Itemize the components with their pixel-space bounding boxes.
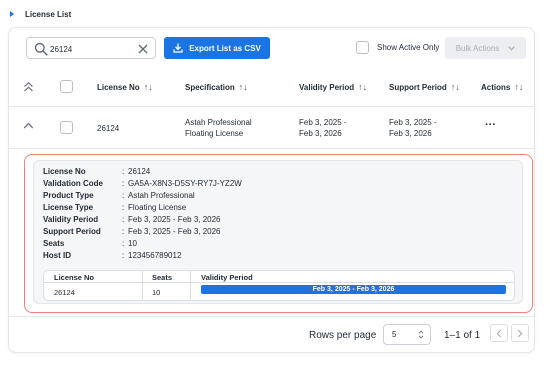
cell-specification-line2: Floating License bbox=[185, 129, 244, 138]
show-active-checkbox[interactable] bbox=[356, 41, 369, 54]
detail-label: Seats bbox=[43, 239, 65, 248]
expand-caret-icon[interactable] bbox=[10, 11, 14, 17]
sort-icon: ↑↓ bbox=[238, 82, 248, 92]
column-label-validity-period: Validity Period bbox=[299, 82, 355, 92]
chevron-right-icon bbox=[517, 329, 523, 337]
row-actions-menu-icon[interactable]: ··· bbox=[485, 120, 496, 131]
next-page-button[interactable] bbox=[511, 324, 529, 342]
column-label-actions: Actions bbox=[481, 82, 511, 92]
seat-cell-seats: 10 bbox=[152, 288, 161, 297]
column-header-specification[interactable]: Specification ↑↓ bbox=[185, 82, 248, 92]
detail-value: 123456789012 bbox=[128, 251, 182, 260]
seat-allocation-table: License No Seats Validity Period 26124 1… bbox=[43, 270, 515, 301]
rows-per-page-select[interactable]: 5 bbox=[383, 324, 431, 345]
cell-support-line2: Feb 3, 2026 bbox=[389, 129, 432, 138]
detail-row-license-type: License Type: Floating License bbox=[43, 203, 186, 212]
validity-period-bar: Feb 3, 2025 - Feb 3, 2026 bbox=[201, 285, 506, 294]
detail-value: Feb 3, 2025 - Feb 3, 2026 bbox=[128, 215, 221, 224]
seat-table-header bbox=[44, 271, 514, 283]
select-all-checkbox[interactable] bbox=[60, 80, 73, 93]
column-label-specification: Specification bbox=[185, 82, 235, 92]
cell-validity-line1: Feb 3, 2025 - bbox=[299, 118, 347, 127]
column-divider bbox=[190, 271, 191, 300]
section-title: License List bbox=[25, 9, 72, 19]
detail-row-seats: Seats:10 bbox=[43, 239, 137, 248]
seat-column-license-no: License No bbox=[54, 273, 95, 282]
search-box[interactable] bbox=[26, 37, 156, 59]
rows-per-page-value: 5 bbox=[392, 330, 397, 339]
cell-support-line1: Feb 3, 2025 - bbox=[389, 118, 437, 127]
bulk-actions-label: Bulk Actions bbox=[455, 43, 500, 53]
column-header-actions[interactable]: Actions ↑↓ bbox=[481, 82, 523, 92]
detail-row-product-type: Product Type: Astah Professional bbox=[43, 191, 195, 200]
page-range: 1–1 of 1 bbox=[444, 330, 481, 341]
chevron-left-icon bbox=[496, 329, 502, 337]
download-icon bbox=[173, 43, 183, 53]
license-detail-panel: License No:26124 Validation Code: GA5A-X8… bbox=[24, 154, 533, 313]
detail-value: 10 bbox=[128, 239, 137, 248]
column-label-license-no: License No bbox=[97, 82, 140, 92]
detail-value: Astah Professional bbox=[128, 191, 195, 200]
detail-value: 26124 bbox=[128, 167, 151, 176]
search-input[interactable] bbox=[50, 41, 130, 57]
detail-label: License Type bbox=[43, 203, 94, 212]
row-checkbox[interactable] bbox=[60, 121, 73, 134]
detail-label: Product Type bbox=[43, 191, 94, 200]
column-label-support-period: Support Period bbox=[389, 82, 447, 92]
collapse-all-icon[interactable] bbox=[23, 81, 34, 95]
detail-row-validity-period: Validity Period: Feb 3, 2025 - Feb 3, 202… bbox=[43, 215, 221, 224]
license-detail-content: License No:26124 Validation Code: GA5A-X8… bbox=[33, 160, 523, 304]
detail-label: Host ID bbox=[43, 251, 71, 260]
detail-label: Validation Code bbox=[43, 179, 104, 188]
sort-icon: ↑↓ bbox=[514, 82, 524, 92]
cell-license-no: 26124 bbox=[97, 124, 120, 133]
show-active-toggle[interactable]: Show Active Only bbox=[356, 41, 439, 54]
cell-validity-line2: Feb 3, 2026 bbox=[299, 129, 342, 138]
detail-value: Feb 3, 2025 - Feb 3, 2026 bbox=[128, 227, 221, 236]
search-icon bbox=[34, 42, 48, 56]
detail-label: Support Period bbox=[43, 227, 101, 236]
license-list-header[interactable]: License List bbox=[10, 6, 71, 22]
bulk-actions-button[interactable]: Bulk Actions bbox=[445, 37, 526, 59]
column-header-support-period[interactable]: Support Period ↑↓ bbox=[389, 82, 460, 92]
rows-per-page-label: Rows per page bbox=[309, 330, 377, 341]
sort-icon: ↑↓ bbox=[143, 82, 153, 92]
table-header: License No ↑↓ Specification ↑↓ Validity … bbox=[9, 68, 534, 107]
detail-row-host-id: Host ID:123456789012 bbox=[43, 251, 181, 260]
previous-page-button[interactable] bbox=[490, 324, 508, 342]
column-header-validity-period[interactable]: Validity Period ↑↓ bbox=[299, 82, 367, 92]
detail-row-license-no: License No:26124 bbox=[43, 167, 150, 176]
show-active-label: Show Active Only bbox=[377, 43, 440, 52]
clear-search-icon[interactable] bbox=[137, 43, 149, 55]
sort-icon: ↑↓ bbox=[450, 82, 460, 92]
detail-value: GA5A-X8N3-D5SY-RY7J-YZ2W bbox=[128, 179, 242, 188]
select-arrows-icon bbox=[418, 330, 424, 339]
pagination-bar: Rows per page 5 1–1 of 1 bbox=[9, 316, 534, 354]
seat-column-seats: Seats bbox=[152, 273, 173, 282]
export-csv-label: Export List as CSV bbox=[189, 43, 261, 53]
license-list-card: Export List as CSV Show Active Only Bulk… bbox=[8, 27, 535, 353]
seat-column-validity-period: Validity Period bbox=[201, 273, 253, 282]
chevron-down-icon bbox=[508, 45, 515, 51]
column-divider bbox=[142, 271, 143, 300]
column-header-license-no[interactable]: License No ↑↓ bbox=[97, 82, 153, 92]
export-csv-button[interactable]: Export List as CSV bbox=[164, 37, 270, 59]
cell-specification-line1: Astah Professional bbox=[185, 118, 252, 127]
detail-label: License No bbox=[43, 167, 86, 176]
table-row[interactable]: 26124 Astah Professional Floating Licens… bbox=[9, 107, 534, 149]
detail-row-validation-code: Validation Code: GA5A-X8N3-D5SY-RY7J-YZ2W bbox=[43, 179, 242, 188]
detail-value: Floating License bbox=[128, 203, 187, 212]
seat-cell-license-no: 26124 bbox=[54, 288, 75, 297]
chevron-up-icon[interactable] bbox=[23, 122, 34, 131]
detail-label: Validity Period bbox=[43, 215, 99, 224]
sort-icon: ↑↓ bbox=[358, 82, 368, 92]
detail-row-support-period: Support Period: Feb 3, 2025 - Feb 3, 2026 bbox=[43, 227, 221, 236]
